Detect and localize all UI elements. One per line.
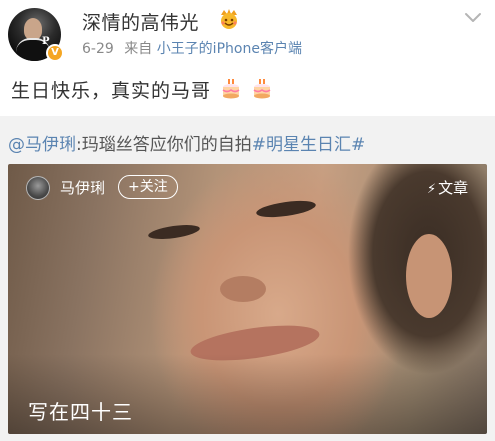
post-body: 生日快乐，真实的马哥 <box>11 76 273 103</box>
photo-eye-right <box>255 197 317 221</box>
source-link[interactable]: 小王子的iPhone客户端 <box>157 41 302 57</box>
birthday-cake-icon <box>253 79 271 99</box>
mention-link[interactable]: @马伊琍 <box>8 135 76 155</box>
post-text: 生日快乐，真实的马哥 <box>11 80 212 102</box>
repost-text: @马伊琍:玛瑙丝答应你们的自拍#明星生日汇# <box>8 130 365 155</box>
birthday-cake-icon <box>222 79 240 99</box>
card-author-avatar[interactable] <box>26 176 50 200</box>
repost-container[interactable]: @马伊琍:玛瑙丝答应你们的自拍#明星生日汇# 马伊琍 +关注 ⚡ 文章 写在四十三 <box>0 116 495 441</box>
card-author-name[interactable]: 马伊琍 <box>60 177 105 198</box>
post-date: 6-29 <box>82 41 114 57</box>
post-header: P V 深情的高伟光 6-29 来自 小王子的iPhone客户端 <box>0 0 495 64</box>
post-meta: 6-29 来自 小王子的iPhone客户端 <box>82 38 302 58</box>
topic-link[interactable]: #明星生日汇# <box>252 135 366 155</box>
photo-ear <box>406 234 452 318</box>
chevron-down-icon[interactable] <box>464 12 482 24</box>
article-card[interactable]: 马伊琍 +关注 ⚡ 文章 写在四十三 <box>8 164 487 434</box>
article-tag: ⚡ 文章 <box>427 177 468 198</box>
card-title[interactable]: 写在四十三 <box>28 396 133 425</box>
photo-nose <box>220 276 266 302</box>
verified-badge-icon: V <box>46 44 64 62</box>
avatar-face <box>24 18 42 40</box>
crown-face-icon <box>221 9 237 29</box>
source-prefix: 来自 <box>124 41 153 57</box>
lightning-icon: ⚡ <box>427 182 437 197</box>
follow-button[interactable]: +关注 <box>118 175 178 199</box>
photo-eye-left <box>147 222 201 242</box>
repost-body: :玛瑙丝答应你们的自拍 <box>76 135 252 155</box>
username[interactable]: 深情的高伟光 <box>82 8 199 35</box>
article-label: 文章 <box>438 179 469 197</box>
